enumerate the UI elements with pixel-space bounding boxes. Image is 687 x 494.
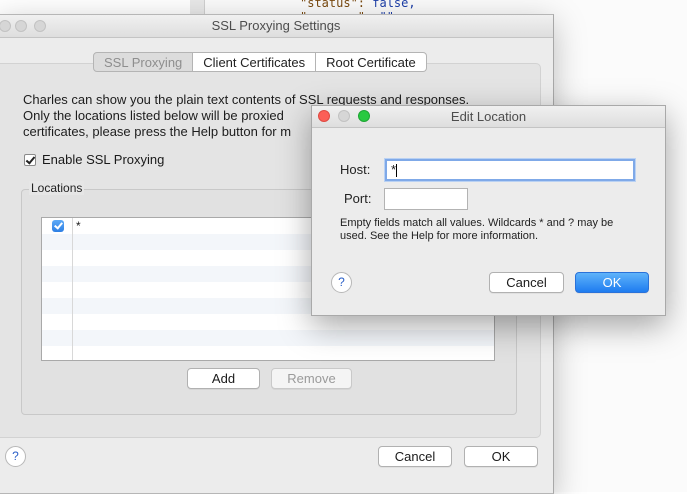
tab-bar: SSL Proxying Client Certificates Root Ce… [93, 52, 427, 72]
dialog-cancel-button[interactable]: Cancel [489, 272, 564, 293]
table-row-empty [42, 346, 494, 360]
dialog-titlebar: Edit Location [312, 106, 665, 128]
enable-ssl-checkbox[interactable] [24, 154, 36, 166]
text-cursor [396, 164, 398, 178]
close-light-icon[interactable] [0, 20, 11, 32]
host-label: Host: [340, 162, 371, 177]
tab-client-certificates[interactable]: Client Certificates [193, 52, 317, 72]
dialog-hint-text: Empty fields match all values. Wildcards… [340, 217, 614, 242]
table-row-empty [42, 330, 494, 346]
ok-button[interactable]: OK [464, 446, 538, 467]
locations-group-label: Locations [29, 181, 85, 195]
enable-ssl-label: Enable SSL Proxying [42, 152, 165, 167]
close-light-icon[interactable] [318, 110, 330, 122]
window-titlebar: SSL Proxying Settings [0, 15, 553, 38]
port-input[interactable] [384, 188, 468, 210]
port-label: Port: [344, 191, 372, 206]
minimize-light-icon[interactable] [15, 20, 27, 32]
zoom-light-icon[interactable] [34, 20, 46, 32]
location-host-cell: * [76, 219, 81, 233]
minimize-light-icon[interactable] [338, 110, 350, 122]
dialog-title: Edit Location [450, 109, 527, 124]
edit-location-dialog: Edit Location Host: * Port: Empty fields… [311, 105, 666, 316]
location-enabled-checkbox[interactable] [52, 220, 64, 232]
dialog-ok-button[interactable]: OK [575, 272, 649, 293]
host-input[interactable]: * [385, 159, 635, 181]
zoom-light-icon[interactable] [358, 110, 370, 122]
cancel-button[interactable]: Cancel [378, 446, 452, 467]
code-line: "status": false, [300, 0, 416, 10]
help-button[interactable]: ? [5, 446, 26, 467]
remove-location-button[interactable]: Remove [271, 368, 352, 389]
tab-ssl-proxying[interactable]: SSL Proxying [93, 52, 194, 72]
column-divider [72, 218, 73, 360]
window-title: SSL Proxying Settings [211, 18, 341, 33]
dialog-help-button[interactable]: ? [331, 272, 352, 293]
table-row-empty [42, 314, 494, 330]
tab-root-certificate[interactable]: Root Certificate [316, 52, 427, 72]
add-location-button[interactable]: Add [187, 368, 260, 389]
